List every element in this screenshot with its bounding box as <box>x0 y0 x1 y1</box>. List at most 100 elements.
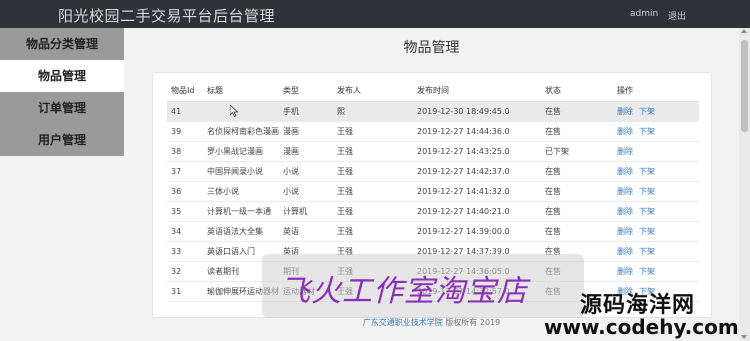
cell-actions: 删除 下架 <box>613 221 699 242</box>
cell-publisher: 王强 <box>333 221 413 242</box>
table-header-row: 物品Id 标题 类型 发布人 发布时间 状态 操作 <box>167 81 699 102</box>
cell-actions: 删除 下架 <box>613 241 699 262</box>
column-header-publisher: 发布人 <box>333 81 413 102</box>
cell-id: 38 <box>167 141 203 162</box>
sidebar-item-user-management[interactable]: 用户管理 <box>0 124 124 156</box>
cell-publish-time: 2019-12-27 14:43:25.0 <box>413 141 541 162</box>
cell-publisher: 王强 <box>333 161 413 182</box>
column-header-type: 类型 <box>279 81 333 102</box>
cell-type: 小说 <box>279 161 333 182</box>
cell-publisher: 熙 <box>333 101 413 122</box>
table-row: 35 计算机一级一本通 计算机 王强 2019-12-27 14:40:21.0 在售 删除… <box>167 201 699 222</box>
take-down-link[interactable]: 下架 <box>639 127 655 136</box>
delete-link[interactable]: 删除 <box>617 167 633 176</box>
cell-actions: 删除 下架 <box>613 161 699 182</box>
cell-publisher: 王强 <box>333 181 413 202</box>
take-down-link[interactable]: 下架 <box>639 167 655 176</box>
sidebar-item-label: 用户管理 <box>37 133 86 147</box>
footer-year: 2019 <box>479 318 501 327</box>
cell-id: 41 <box>167 101 203 122</box>
table-row: 34 英语语法大全集 英语 王强 2019-12-27 14:39:00.0 在售 删除 下架 <box>167 221 699 242</box>
delete-link[interactable]: 删除 <box>617 227 633 236</box>
delete-link[interactable]: 删除 <box>617 187 633 196</box>
cell-id: 33 <box>167 241 203 262</box>
delete-link[interactable]: 删除 <box>617 147 633 156</box>
sidebar-item-label: 订单管理 <box>37 101 86 115</box>
footer-copyright: 版权所有 <box>445 318 478 327</box>
scroll-up-arrow-icon[interactable] <box>741 29 747 33</box>
cell-id: 32 <box>167 261 203 282</box>
watermark-studio-banner: 飞火工作室淘宝店 <box>262 254 584 318</box>
column-header-publish-time: 发布时间 <box>413 81 541 102</box>
cell-publish-time: 2019-12-27 14:42:37.0 <box>413 161 541 182</box>
sidebar-item-item-management[interactable]: 物品管理 <box>0 60 124 92</box>
cell-title <box>203 101 279 122</box>
cell-status: 已下架 <box>541 141 613 162</box>
sidebar: 物品分类管理 物品管理 订单管理 用户管理 <box>0 28 124 156</box>
watermark-brand-url: www.codehy.com <box>544 315 739 339</box>
cell-title: 罗小黑战记漫画 <box>203 141 279 162</box>
cell-type: 手机 <box>279 101 333 122</box>
scrollbar-thumb[interactable] <box>741 40 748 132</box>
delete-link[interactable]: 删除 <box>617 127 633 136</box>
cell-title: 英语语法大全集 <box>203 221 279 242</box>
take-down-link[interactable]: 下架 <box>639 187 655 196</box>
cell-type: 小说 <box>279 181 333 202</box>
delete-link[interactable]: 删除 <box>617 207 633 216</box>
cell-id: 31 <box>167 281 203 302</box>
sidebar-item-label: 物品分类管理 <box>25 37 98 51</box>
cell-id: 34 <box>167 221 203 242</box>
logout-link[interactable]: 退出 <box>668 9 686 22</box>
table-row: 41 手机熙 2019-12-30 18:49:45.0 在售 删除 下架 <box>167 101 699 122</box>
cell-status: 在售 <box>541 101 613 122</box>
mouse-cursor-icon <box>229 102 239 121</box>
scroll-down-arrow-icon[interactable] <box>741 335 747 339</box>
cell-title: 计算机一级一本通 <box>203 201 279 222</box>
watermark-studio-text: 飞火工作室淘宝店 <box>280 274 528 309</box>
admin-user-link[interactable]: admin <box>630 9 658 19</box>
cell-actions: 删除 下架 <box>613 101 699 122</box>
table-row: 37 中国异闻录小说 小说 王强 2019-12-27 14:42:37.0 在售 删除 下架 <box>167 161 699 182</box>
column-header-actions: 操作 <box>613 81 699 102</box>
take-down-link[interactable]: 下架 <box>639 247 655 256</box>
delete-link[interactable]: 删除 <box>617 267 633 276</box>
cell-actions: 删除 下架 <box>613 261 699 282</box>
cell-id: 39 <box>167 121 203 142</box>
take-down-link[interactable]: 下架 <box>639 227 655 236</box>
footer-school-link[interactable]: 广东交通职业技术学院 <box>363 318 443 327</box>
table-row: 39 名侦探柯南彩色漫画 漫画 王强 2019-12-27 14:44:36.0 在售 删除… <box>167 121 699 142</box>
cell-type: 计算机 <box>279 201 333 222</box>
take-down-link[interactable]: 下架 <box>639 107 655 116</box>
cell-status: 在售 <box>541 161 613 182</box>
cell-publisher: 王强 <box>333 121 413 142</box>
column-header-status: 状态 <box>541 81 613 102</box>
cell-publisher: 王强 <box>333 141 413 162</box>
cell-status: 在售 <box>541 181 613 202</box>
cell-publish-time: 2019-12-30 18:49:45.0 <box>413 101 541 122</box>
cell-publish-time: 2019-12-27 14:39:00.0 <box>413 221 541 242</box>
cell-id: 36 <box>167 181 203 202</box>
cell-status: 在售 <box>541 201 613 222</box>
cell-title: 名侦探柯南彩色漫画 <box>203 121 279 142</box>
cell-publish-time: 2019-12-27 14:40:21.0 <box>413 201 541 222</box>
cell-publish-time: 2019-12-27 14:44:36.0 <box>413 121 541 142</box>
watermark-brand: 源码海洋网 www.codehy.com <box>540 285 740 341</box>
page-title: 物品管理 <box>403 40 460 56</box>
cell-actions: 删除 下架 <box>613 121 699 142</box>
sidebar-item-order-management[interactable]: 订单管理 <box>0 92 124 124</box>
sidebar-item-category-management[interactable]: 物品分类管理 <box>0 28 124 60</box>
cell-title: 三体小说 <box>203 181 279 202</box>
top-bar: 阳光校园二手交易平台后台管理 admin 退出 <box>0 0 750 28</box>
cell-publish-time: 2019-12-27 14:41:32.0 <box>413 181 541 202</box>
delete-link[interactable]: 删除 <box>617 107 633 116</box>
column-header-title: 标题 <box>203 81 279 102</box>
cell-type: 英语 <box>279 221 333 242</box>
take-down-link[interactable]: 下架 <box>639 207 655 216</box>
cell-id: 37 <box>167 161 203 182</box>
vertical-scrollbar[interactable] <box>739 28 750 341</box>
cell-actions: 删除 下架 <box>613 181 699 202</box>
delete-link[interactable]: 删除 <box>617 247 633 256</box>
take-down-link[interactable]: 下架 <box>639 267 655 276</box>
sidebar-item-label: 物品管理 <box>37 69 86 83</box>
cell-status: 在售 <box>541 221 613 242</box>
